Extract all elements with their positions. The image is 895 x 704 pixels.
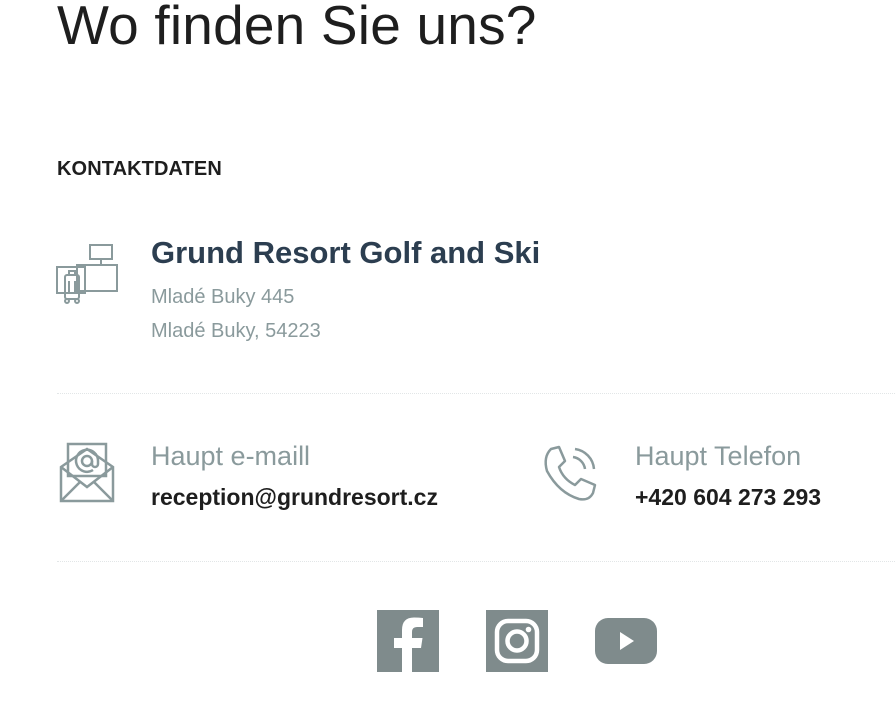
page-title: Wo finden Sie uns? (57, 0, 537, 56)
phone-icon (539, 443, 601, 510)
phone-label: Haupt Telefon (635, 441, 802, 471)
address-line-2: Mladé Buky, 54223 (151, 320, 321, 342)
hotel-name: Grund Resort Golf and Ski (151, 235, 541, 270)
phone-link[interactable]: +420 604 273 293 (635, 484, 821, 511)
instagram-icon[interactable] (486, 610, 548, 677)
divider (57, 393, 895, 394)
hotel-reception-icon (55, 243, 119, 310)
divider (57, 561, 895, 562)
youtube-icon[interactable] (595, 618, 657, 669)
email-link[interactable]: reception@grundresort.cz (151, 484, 438, 511)
facebook-icon[interactable] (377, 610, 439, 677)
section-label: KONTAKTDATEN (57, 158, 222, 180)
contact-page: Wo finden Sie uns? KONTAKTDATEN Grund Re… (0, 0, 895, 704)
email-label: Haupt e-maill (151, 441, 311, 471)
mail-icon (58, 441, 116, 508)
address-line-1: Mladé Buky 445 (151, 286, 295, 308)
